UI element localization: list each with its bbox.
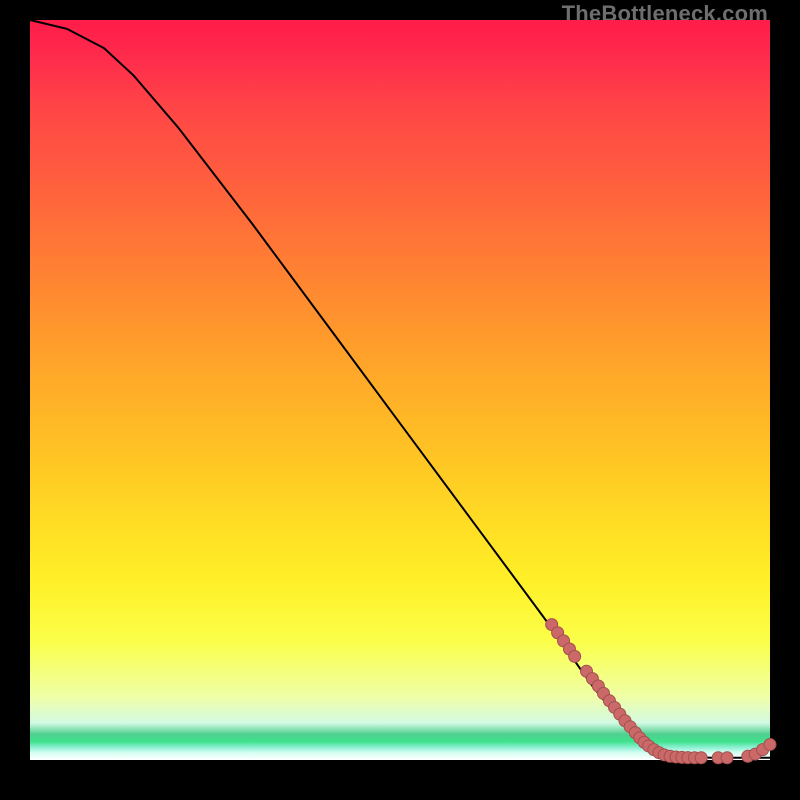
plot-svg [30, 20, 770, 760]
plot-area [30, 20, 770, 760]
curve-marker [721, 752, 733, 764]
curve-marker [695, 752, 707, 764]
curve-marker [569, 650, 581, 662]
chart-stage: TheBottleneck.com [0, 0, 800, 800]
curve-marker [764, 738, 776, 750]
curve-markers [546, 619, 776, 764]
bottleneck-curve [30, 20, 770, 758]
